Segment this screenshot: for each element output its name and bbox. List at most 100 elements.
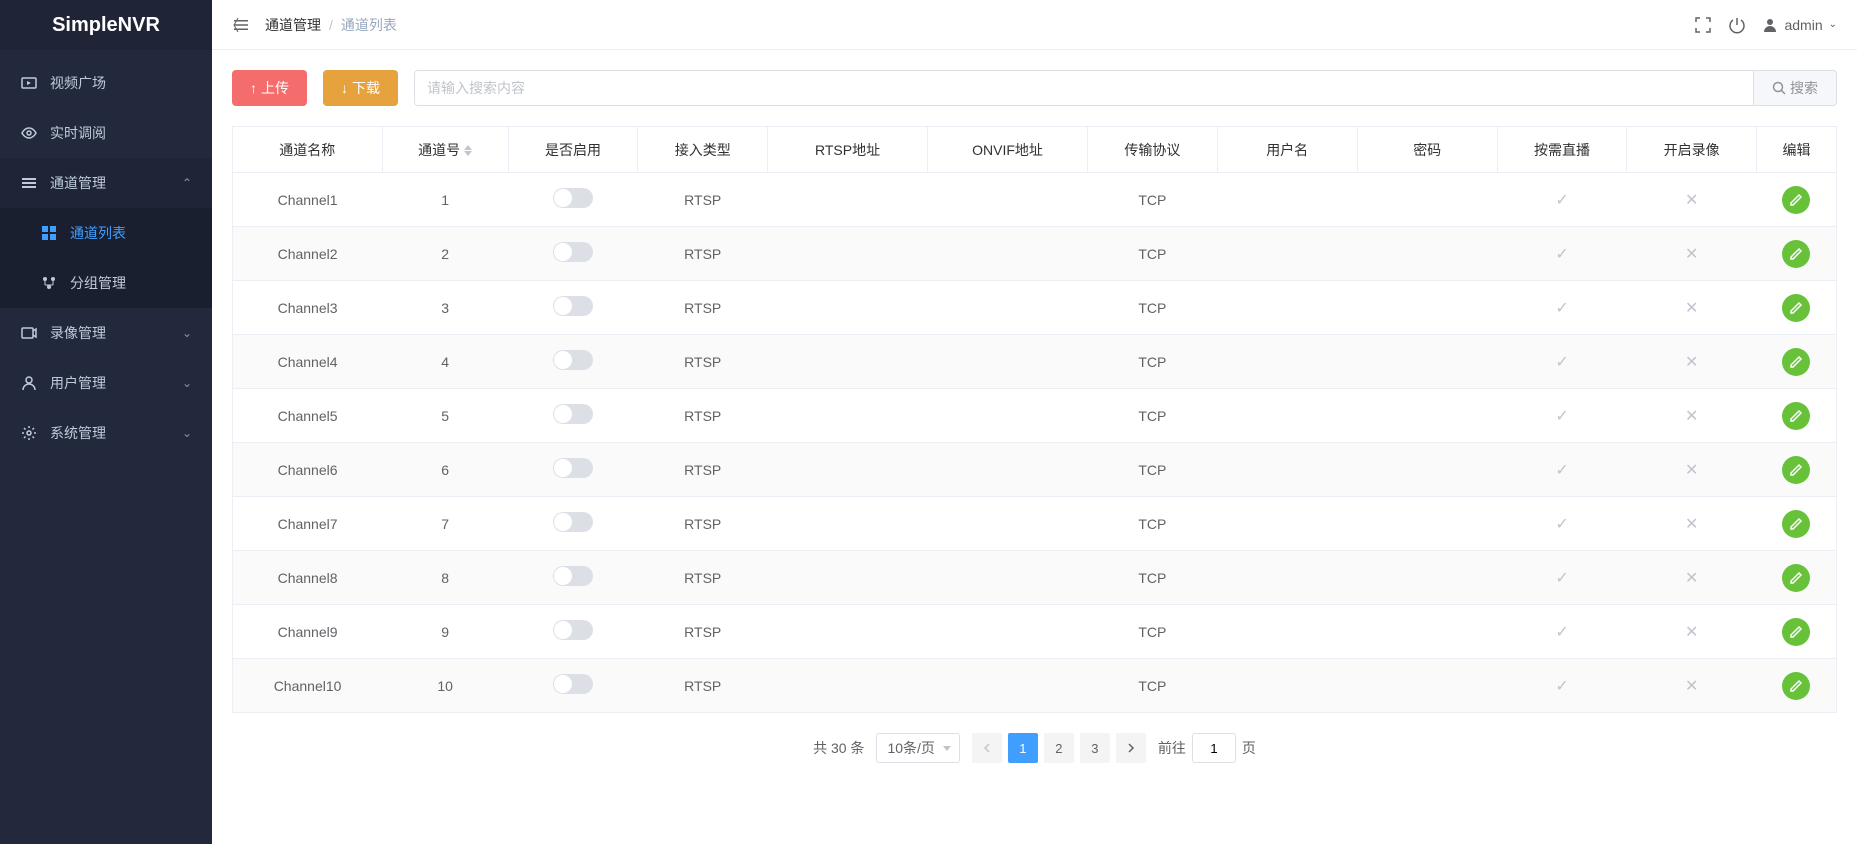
cell-number: 3	[382, 281, 508, 335]
table-row: Channel88RTSPTCP✓✕	[233, 551, 1837, 605]
download-button[interactable]: ↓ 下载	[323, 70, 398, 106]
cell-record: ✕	[1627, 497, 1757, 551]
cell-protocol: TCP	[1088, 335, 1218, 389]
nav-realtime[interactable]: 实时调阅	[0, 108, 212, 158]
edit-button[interactable]	[1782, 672, 1810, 700]
cell-edit	[1757, 173, 1837, 227]
cell-name: Channel4	[233, 335, 383, 389]
cell-on-demand: ✓	[1497, 281, 1627, 335]
pager-page-1[interactable]: 1	[1008, 733, 1038, 763]
upload-button[interactable]: ↑ 上传	[232, 70, 307, 106]
cell-protocol: TCP	[1088, 497, 1218, 551]
nav-user-manage[interactable]: 用户管理 ⌄	[0, 358, 212, 408]
nav-channel-list[interactable]: 通道列表	[0, 208, 212, 258]
user-menu[interactable]: admin ⌄	[1762, 17, 1837, 33]
user-icon	[20, 374, 38, 392]
cell-rtsp	[768, 389, 928, 443]
chevron-up-icon: ⌃	[182, 176, 192, 190]
page-size-select[interactable]: 10条/页	[876, 733, 959, 763]
search-input[interactable]	[414, 70, 1754, 106]
cell-number: 1	[382, 173, 508, 227]
power-button[interactable]	[1728, 16, 1746, 34]
col-number[interactable]: 通道号	[382, 127, 508, 173]
cell-on-demand: ✓	[1497, 551, 1627, 605]
x-icon: ✕	[1685, 570, 1698, 587]
cell-rtsp	[768, 443, 928, 497]
cell-access-type: RTSP	[638, 281, 768, 335]
enable-switch[interactable]	[553, 350, 593, 370]
cell-rtsp	[768, 173, 928, 227]
pager-page-2[interactable]: 2	[1044, 733, 1074, 763]
cell-name: Channel3	[233, 281, 383, 335]
toolbar: ↑ 上传 ↓ 下载 搜索	[232, 70, 1837, 106]
cell-rtsp	[768, 497, 928, 551]
table-row: Channel11RTSPTCP✓✕	[233, 173, 1837, 227]
cell-password	[1357, 335, 1497, 389]
enable-switch[interactable]	[553, 512, 593, 532]
nav-system-manage[interactable]: 系统管理 ⌄	[0, 408, 212, 458]
cell-enabled	[508, 497, 638, 551]
breadcrumb-separator: /	[329, 17, 333, 33]
table-row: Channel66RTSPTCP✓✕	[233, 443, 1837, 497]
enable-switch[interactable]	[553, 566, 593, 586]
table-row: Channel44RTSPTCP✓✕	[233, 335, 1837, 389]
cell-on-demand: ✓	[1497, 497, 1627, 551]
nav-channel-manage[interactable]: 通道管理 ⌃	[0, 158, 212, 208]
cell-access-type: RTSP	[638, 227, 768, 281]
cell-onvif	[928, 335, 1088, 389]
pager-page-3[interactable]: 3	[1080, 733, 1110, 763]
check-icon: ✓	[1555, 246, 1568, 263]
cell-on-demand: ✓	[1497, 605, 1627, 659]
x-icon: ✕	[1685, 408, 1698, 425]
cell-number: 8	[382, 551, 508, 605]
header: 通道管理 / 通道列表 admin ⌄	[212, 0, 1857, 50]
x-icon: ✕	[1685, 462, 1698, 479]
chevron-down-icon: ⌄	[182, 326, 192, 340]
sidebar-toggle[interactable]	[232, 16, 250, 34]
table-row: Channel33RTSPTCP✓✕	[233, 281, 1837, 335]
cell-record: ✕	[1627, 227, 1757, 281]
pager-next[interactable]	[1116, 733, 1146, 763]
pagination: 共 30 条 10条/页 1 2 3 前往 页	[232, 733, 1837, 763]
cell-username	[1217, 443, 1357, 497]
enable-switch[interactable]	[553, 296, 593, 316]
cell-protocol: TCP	[1088, 443, 1218, 497]
cell-protocol: TCP	[1088, 605, 1218, 659]
enable-switch[interactable]	[553, 674, 593, 694]
enable-switch[interactable]	[553, 404, 593, 424]
edit-button[interactable]	[1782, 618, 1810, 646]
jump-input[interactable]	[1192, 733, 1236, 763]
search-button[interactable]: 搜索	[1754, 70, 1837, 106]
edit-button[interactable]	[1782, 348, 1810, 376]
cell-access-type: RTSP	[638, 551, 768, 605]
col-record: 开启录像	[1627, 127, 1757, 173]
edit-button[interactable]	[1782, 510, 1810, 538]
sort-icon[interactable]	[464, 145, 472, 156]
enable-switch[interactable]	[553, 620, 593, 640]
fullscreen-button[interactable]	[1694, 16, 1712, 34]
edit-button[interactable]	[1782, 240, 1810, 268]
cell-onvif	[928, 389, 1088, 443]
edit-button[interactable]	[1782, 186, 1810, 214]
col-onvif: ONVIF地址	[928, 127, 1088, 173]
cell-enabled	[508, 659, 638, 713]
breadcrumb-parent[interactable]: 通道管理	[265, 15, 321, 35]
pager-prev[interactable]	[972, 733, 1002, 763]
edit-button[interactable]	[1782, 564, 1810, 592]
edit-button[interactable]	[1782, 456, 1810, 484]
cell-name: Channel5	[233, 389, 383, 443]
cell-onvif	[928, 659, 1088, 713]
cell-name: Channel2	[233, 227, 383, 281]
nav-video-square[interactable]: 视频广场	[0, 58, 212, 108]
x-icon: ✕	[1685, 192, 1698, 209]
enable-switch[interactable]	[553, 188, 593, 208]
cell-record: ✕	[1627, 551, 1757, 605]
enable-switch[interactable]	[553, 242, 593, 262]
nav-record-manage[interactable]: 录像管理 ⌄	[0, 308, 212, 358]
search-icon	[1772, 81, 1786, 95]
enable-switch[interactable]	[553, 458, 593, 478]
edit-button[interactable]	[1782, 402, 1810, 430]
cell-access-type: RTSP	[638, 335, 768, 389]
nav-group-manage[interactable]: 分组管理	[0, 258, 212, 308]
edit-button[interactable]	[1782, 294, 1810, 322]
